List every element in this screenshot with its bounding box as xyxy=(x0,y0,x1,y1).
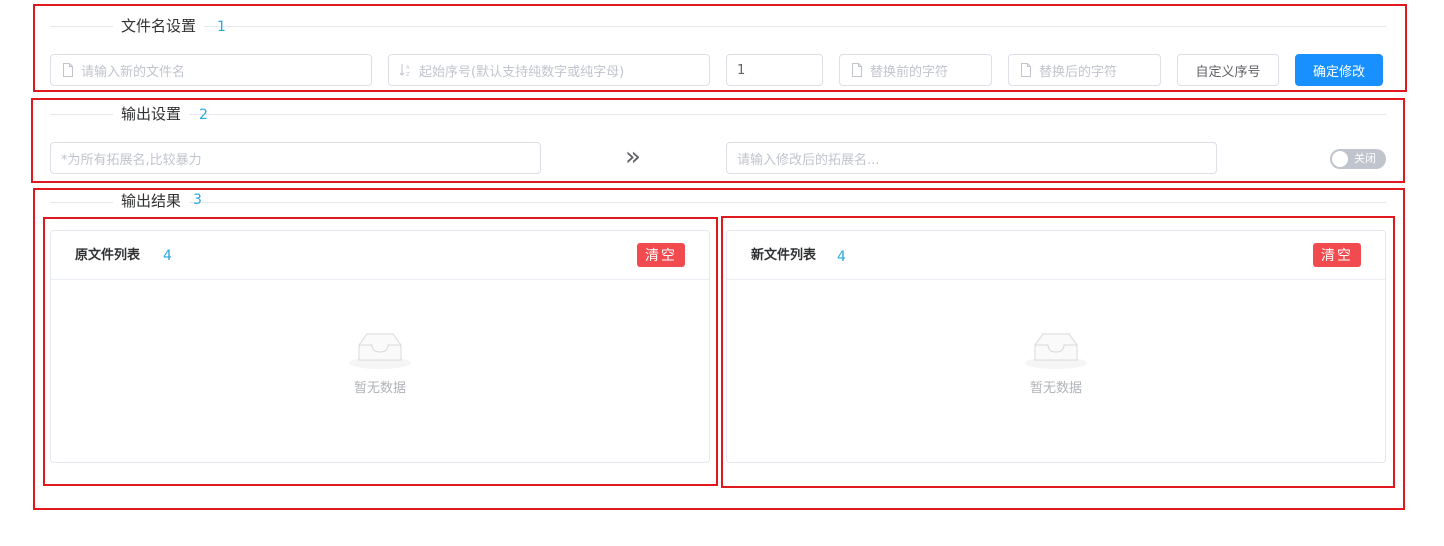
panel-header: 原文件列表 4 清空 xyxy=(51,231,709,280)
replace-before-placeholder: 替换前的字符 xyxy=(870,64,949,80)
step-value: 1 xyxy=(737,62,746,78)
new-filename-placeholder: 请输入新的文件名 xyxy=(81,64,186,80)
double-chevron-right-icon: » xyxy=(625,142,641,172)
annotation-number: 4 xyxy=(837,249,846,265)
sort-icon: AZ xyxy=(399,63,413,77)
section-divider xyxy=(50,26,1386,27)
empty-text: 暂无数据 xyxy=(353,381,406,396)
svg-text:A: A xyxy=(406,65,410,71)
start-index-input[interactable]: AZ 起始序号(默认支持纯数字或纯字母) xyxy=(388,54,710,86)
extension-toggle-switch[interactable]: 关闭 xyxy=(1330,149,1386,169)
section-divider xyxy=(50,202,1386,203)
annotation-number: 4 xyxy=(163,248,172,264)
annotation-number: 1 xyxy=(217,19,226,35)
svg-text:Z: Z xyxy=(406,72,410,77)
original-file-list-panel: 原文件列表 4 清空 暂无数据 xyxy=(50,230,710,463)
new-extension-placeholder: 请输入修改后的拓展名... xyxy=(737,152,880,168)
annotation-number: 3 xyxy=(193,192,202,208)
replace-before-input[interactable]: 替换前的字符 xyxy=(839,54,992,86)
custom-index-button[interactable]: 自定义序号 xyxy=(1177,54,1279,86)
inbox-icon xyxy=(348,327,412,371)
new-filename-input[interactable]: 请输入新的文件名 xyxy=(50,54,372,86)
replace-after-placeholder: 替换后的字符 xyxy=(1039,64,1118,80)
empty-text: 暂无数据 xyxy=(1029,381,1082,396)
start-index-placeholder: 起始序号(默认支持纯数字或纯字母) xyxy=(419,64,625,80)
panel-header: 新文件列表 4 清空 xyxy=(727,231,1385,280)
section-title-filename-settings: 文件名设置 xyxy=(113,16,205,36)
new-file-list-panel: 新文件列表 4 清空 暂无数据 xyxy=(726,230,1386,463)
step-input[interactable]: 1 xyxy=(726,54,823,86)
annotation-number: 2 xyxy=(199,107,208,123)
file-icon xyxy=(61,63,75,77)
clear-new-button[interactable]: 清空 xyxy=(1313,243,1361,267)
section-divider xyxy=(50,114,1386,115)
switch-knob xyxy=(1332,151,1348,167)
new-extension-input[interactable]: 请输入修改后的拓展名... xyxy=(726,142,1217,174)
section-title-output-result: 输出结果 xyxy=(113,191,190,211)
file-icon xyxy=(1019,63,1033,77)
confirm-modify-button[interactable]: 确定修改 xyxy=(1295,54,1383,86)
clear-original-button[interactable]: 清空 xyxy=(637,243,685,267)
replace-after-input[interactable]: 替换后的字符 xyxy=(1008,54,1161,86)
switch-label: 关闭 xyxy=(1354,152,1376,165)
file-icon xyxy=(850,63,864,77)
extension-filter-placeholder: *为所有拓展名,比较暴力 xyxy=(61,152,202,168)
section-title-output-settings: 输出设置 xyxy=(113,104,190,124)
extension-filter-input[interactable]: *为所有拓展名,比较暴力 xyxy=(50,142,541,174)
inbox-icon xyxy=(1024,327,1088,371)
panel-title: 新文件列表 xyxy=(751,248,817,263)
panel-title: 原文件列表 xyxy=(75,248,141,263)
